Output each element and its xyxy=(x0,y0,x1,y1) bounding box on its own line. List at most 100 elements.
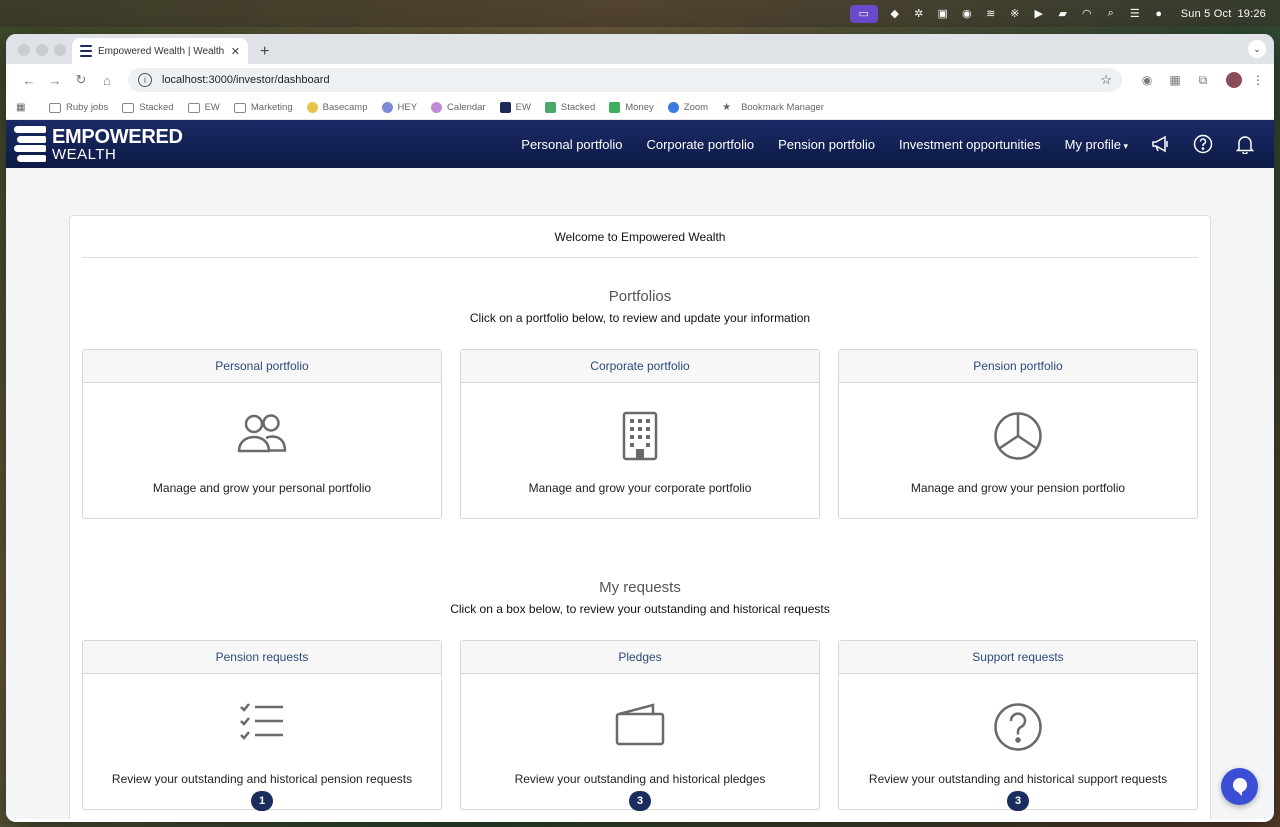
bookmark-star-icon[interactable]: ☆ xyxy=(1100,72,1112,88)
dropbox-icon[interactable]: ▣ xyxy=(936,7,950,21)
calendar-icon xyxy=(431,102,443,113)
pie-chart-icon xyxy=(839,411,1197,463)
tab-search-icon[interactable]: ⌄ xyxy=(1248,40,1266,58)
support-requests-box[interactable]: Support requests Review your outstanding… xyxy=(838,640,1198,811)
bookmark-stacked[interactable]: Stacked xyxy=(544,102,595,113)
back-icon[interactable]: ← xyxy=(16,73,42,88)
star-icon: ★ xyxy=(722,102,732,113)
pledges-box[interactable]: Pledges Review your outstanding and hist… xyxy=(460,640,820,811)
bookmark-ew[interactable]: EW xyxy=(499,102,531,113)
extension-grid-icon[interactable]: ▦ xyxy=(1164,73,1186,87)
minimize-window-button[interactable] xyxy=(36,44,48,56)
extension-onepassword-icon[interactable]: ◉ xyxy=(1136,73,1158,87)
folder-icon xyxy=(233,102,246,113)
building-icon xyxy=(461,411,819,463)
address-bar[interactable]: i localhost:3000/investor/dashboard ☆ xyxy=(128,68,1122,92)
stacked-icon xyxy=(544,102,556,113)
close-window-button[interactable] xyxy=(18,44,30,56)
tab-strip: Empowered Wealth | Wealth I ✕ + ⌄ xyxy=(6,34,1274,64)
layers-icon[interactable]: ≋ xyxy=(984,7,998,21)
help-circle-icon[interactable] xyxy=(1192,133,1214,155)
menubar-time[interactable]: 19:26 xyxy=(1237,8,1266,20)
nav-corporate-portfolio[interactable]: Corporate portfolio xyxy=(646,137,754,152)
battery-icon[interactable]: ▰ xyxy=(1056,7,1070,21)
new-tab-button[interactable]: + xyxy=(260,43,269,61)
bookmark-stacked-folder[interactable]: Stacked xyxy=(122,102,174,113)
home-icon[interactable]: ⌂ xyxy=(94,73,120,88)
box-description: Manage and grow your corporate portfolio xyxy=(528,481,752,495)
screen-record-icon[interactable]: ▭ xyxy=(849,4,878,23)
box-description: Review your outstanding and historical s… xyxy=(868,772,1168,786)
bookmark-manager[interactable]: ★ Bookmark Manager xyxy=(722,102,824,113)
portfolios-subtitle: Click on a portfolio below, to review an… xyxy=(469,311,811,325)
count-badge: 1 xyxy=(251,791,273,811)
apps-grid-icon[interactable]: ▦ xyxy=(16,102,35,113)
play-icon[interactable]: ▶ xyxy=(1032,7,1046,21)
openai-icon[interactable]: ✲ xyxy=(912,7,926,21)
bookmark-basecamp[interactable]: Basecamp xyxy=(306,102,368,113)
portfolios-title: Portfolios xyxy=(608,288,672,305)
control-center-icon[interactable]: ☰ xyxy=(1128,7,1142,21)
bookmark-money[interactable]: Money xyxy=(609,102,654,113)
chat-support-button[interactable] xyxy=(1221,768,1258,805)
empowered-wealth-logo[interactable]: EMPOWERED WEALTH xyxy=(14,126,183,162)
profile-avatar[interactable] xyxy=(1226,72,1242,88)
dashboard-card: Welcome to Empowered Wealth Portfolios C… xyxy=(69,215,1211,819)
box-title: Support requests xyxy=(839,641,1197,674)
shield-icon[interactable]: ◆ xyxy=(888,7,902,21)
bookmark-zoom[interactable]: Zoom xyxy=(667,102,708,113)
maximize-window-button[interactable] xyxy=(54,44,66,56)
pension-portfolio-box[interactable]: Pension portfolio Manage and grow your p… xyxy=(838,349,1198,519)
megaphone-icon[interactable] xyxy=(1150,133,1172,155)
nav-my-profile-dropdown[interactable]: My profile xyxy=(1065,137,1128,152)
bell-icon[interactable] xyxy=(1234,133,1256,155)
nav-investment-opportunities[interactable]: Investment opportunities xyxy=(899,137,1041,152)
onepassword-icon[interactable]: ◉ xyxy=(960,7,974,21)
box-title: Personal portfolio xyxy=(83,350,441,383)
bookmark-calendar[interactable]: Calendar xyxy=(431,102,486,113)
wifi-icon[interactable]: ◠ xyxy=(1080,7,1094,21)
bookmark-marketing[interactable]: Marketing xyxy=(233,102,293,113)
box-description: Manage and grow your pension portfolio xyxy=(910,481,1126,495)
reload-icon[interactable]: ↻ xyxy=(68,72,94,88)
welcome-heading: Welcome to Empowered Wealth xyxy=(82,216,1198,258)
box-description: Review your outstanding and historical p… xyxy=(111,772,413,786)
logo-line2: WEALTH xyxy=(52,145,117,163)
count-badge: 3 xyxy=(629,791,651,811)
nav-personal-portfolio[interactable]: Personal portfolio xyxy=(521,137,622,152)
chat-bubble-icon xyxy=(1232,777,1247,796)
bookmark-hey[interactable]: HEY xyxy=(381,102,417,113)
browser-tab-active[interactable]: Empowered Wealth | Wealth I ✕ xyxy=(72,38,248,64)
macos-menu-bar: ▭ ◆ ✲ ▣ ◉ ≋ ※ ▶ ▰ ◠ ⌕ ☰ ● Sun 5 Oct 19:2… xyxy=(0,0,1280,27)
box-title: Pension portfolio xyxy=(839,350,1197,383)
site-info-icon[interactable]: i xyxy=(138,73,152,87)
folder-icon xyxy=(49,102,61,113)
dashboard-page: Welcome to Empowered Wealth Portfolios C… xyxy=(6,168,1274,819)
corporate-portfolio-box[interactable]: Corporate portfolio Manage and grow your… xyxy=(460,349,820,519)
forward-icon[interactable]: → xyxy=(42,73,68,88)
nav-pension-portfolio[interactable]: Pension portfolio xyxy=(778,137,875,152)
search-icon[interactable]: ⌕ xyxy=(1104,7,1118,21)
box-description: Manage and grow your personal portfolio xyxy=(152,481,372,495)
site-navbar: EMPOWERED WEALTH Personal portfolio Corp… xyxy=(6,120,1274,168)
bookmarks-bar: ▦ Ruby jobs Stacked EW Marketing Basecam… xyxy=(6,96,1274,120)
personal-portfolio-box[interactable]: Personal portfolio Manage and grow your … xyxy=(82,349,442,519)
browser-window: Empowered Wealth | Wealth I ✕ + ⌄ ← → ↻ … xyxy=(6,34,1274,822)
zoom-icon xyxy=(667,102,679,113)
siri-icon[interactable]: ● xyxy=(1152,7,1166,21)
close-tab-icon[interactable]: ✕ xyxy=(231,45,240,58)
extensions-puzzle-icon[interactable]: ⧉ xyxy=(1192,73,1214,88)
pension-requests-box[interactable]: Pension requests Review your outstanding… xyxy=(82,640,442,811)
count-badge: 3 xyxy=(1007,791,1029,811)
url-text[interactable]: localhost:3000/investor/dashboard xyxy=(162,74,1100,86)
bookmark-ew-folder[interactable]: EW xyxy=(187,102,220,113)
bookmark-ruby-jobs[interactable]: Ruby jobs xyxy=(49,102,108,113)
window-controls xyxy=(18,44,66,56)
browser-menu-icon[interactable]: ⋮ xyxy=(1252,73,1264,87)
box-title: Corporate portfolio xyxy=(461,350,819,383)
butterfly-icon[interactable]: ※ xyxy=(1008,7,1022,21)
requests-title: My requests xyxy=(599,579,681,596)
ew-favicon-icon xyxy=(80,45,92,57)
folder-icon xyxy=(187,102,200,113)
menubar-date[interactable]: Sun 5 Oct xyxy=(1181,8,1232,20)
